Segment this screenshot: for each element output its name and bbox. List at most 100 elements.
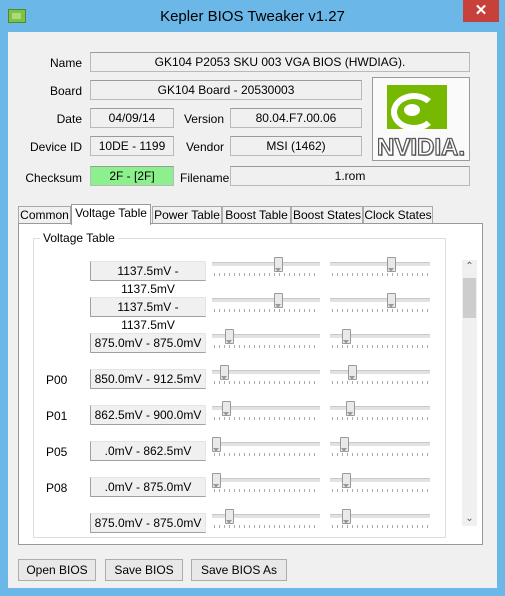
tab-boost-table[interactable]: Boost Table	[222, 206, 291, 224]
slider-ticks	[332, 273, 428, 276]
close-button[interactable]: ✕	[463, 0, 499, 22]
slider-thumb[interactable]	[225, 329, 234, 344]
group-title: Voltage Table	[40, 231, 118, 245]
slider-track	[330, 370, 430, 374]
voltage-range-field[interactable]: .0mV - 862.5mV	[90, 441, 206, 461]
slider-thumb[interactable]	[274, 257, 283, 272]
scroll-thumb[interactable]	[463, 278, 476, 318]
slider-thumb[interactable]	[212, 437, 221, 452]
voltage-range-field[interactable]: 1137.5mV - 1137.5mV	[90, 261, 206, 296]
max-voltage-slider[interactable]	[330, 437, 430, 459]
tab-voltage-table[interactable]: Voltage Table	[71, 204, 151, 225]
slider-track	[212, 442, 320, 446]
slider-ticks	[214, 309, 318, 312]
board-field[interactable]: GK104 Board - 20530003	[90, 80, 362, 100]
max-voltage-slider[interactable]	[330, 509, 430, 531]
slider-thumb[interactable]	[274, 293, 283, 308]
slider-track	[212, 298, 320, 302]
voltage-range-field[interactable]: 850.0mV - 912.5mV	[90, 369, 206, 389]
voltage-range-field[interactable]: .0mV - 875.0mV	[90, 477, 206, 497]
tab-common[interactable]: Common	[18, 206, 71, 224]
nvidia-eye-icon	[387, 85, 447, 131]
slider-ticks	[214, 345, 318, 348]
vendor-field[interactable]: MSI (1462)	[230, 136, 362, 156]
max-voltage-slider[interactable]	[330, 257, 430, 279]
slider-ticks	[214, 525, 318, 528]
vendor-label: Vendor	[185, 140, 224, 154]
voltage-table-group: Voltage Table 1137.5mV - 1137.5mV 1137.5m…	[33, 231, 446, 538]
slider-thumb[interactable]	[222, 401, 231, 416]
slider-thumb[interactable]	[342, 329, 351, 344]
slider-thumb[interactable]	[348, 365, 357, 380]
min-voltage-slider[interactable]	[212, 437, 320, 459]
slider-thumb[interactable]	[220, 365, 229, 380]
slider-thumb[interactable]	[225, 509, 234, 524]
max-voltage-slider[interactable]	[330, 401, 430, 423]
scroll-up-arrow-icon[interactable]: ⌃	[462, 260, 477, 274]
min-voltage-slider[interactable]	[212, 509, 320, 531]
slider-ticks	[214, 489, 318, 492]
slider-track	[330, 406, 430, 410]
min-voltage-slider[interactable]	[212, 365, 320, 387]
min-voltage-slider[interactable]	[212, 329, 320, 351]
slider-thumb[interactable]	[387, 293, 396, 308]
max-voltage-slider[interactable]	[330, 329, 430, 351]
voltage-range-field[interactable]: 1137.5mV - 1137.5mV	[90, 297, 206, 332]
filename-label: Filename	[180, 171, 230, 185]
version-label: Version	[183, 112, 224, 126]
slider-thumb[interactable]	[342, 509, 351, 524]
date-label: Date	[56, 112, 82, 126]
nvidia-logo: NVIDIA.	[372, 77, 470, 162]
slider-ticks	[332, 489, 428, 492]
max-voltage-slider[interactable]	[330, 365, 430, 387]
app-window: Kepler BIOS Tweaker v1.27 ✕ Name GK104 P…	[0, 0, 505, 596]
min-voltage-slider[interactable]	[212, 473, 320, 495]
slider-track	[330, 262, 430, 266]
slider-thumb[interactable]	[342, 473, 351, 488]
scroll-down-arrow-icon[interactable]: ⌄	[462, 512, 477, 526]
slider-thumb[interactable]	[340, 437, 349, 452]
tab-boost-states[interactable]: Boost States	[291, 206, 363, 224]
slider-ticks	[332, 525, 428, 528]
window-title: Kepler BIOS Tweaker v1.27	[160, 8, 345, 25]
board-label: Board	[49, 84, 82, 98]
max-voltage-slider[interactable]	[330, 293, 430, 315]
slider-ticks	[332, 453, 428, 456]
open-bios-button[interactable]: Open BIOS	[18, 559, 96, 581]
voltage-range-field[interactable]: 862.5mV - 900.0mV	[90, 405, 206, 425]
filename-field[interactable]: 1.rom	[230, 166, 470, 186]
device-id-field[interactable]: 10DE - 1199	[90, 136, 174, 156]
checksum-label: Checksum	[25, 171, 82, 185]
max-voltage-slider[interactable]	[330, 473, 430, 495]
slider-ticks	[332, 417, 428, 420]
row-label: P05	[46, 445, 68, 459]
slider-ticks	[332, 381, 428, 384]
min-voltage-slider[interactable]	[212, 401, 320, 423]
checksum-field[interactable]: 2F - [2F]	[90, 166, 174, 186]
min-voltage-slider[interactable]	[212, 257, 320, 279]
date-field[interactable]: 04/09/14	[90, 108, 174, 128]
row-label: P08	[46, 481, 68, 495]
slider-ticks	[214, 417, 318, 420]
voltage-range-field[interactable]: 875.0mV - 875.0mV	[90, 513, 206, 533]
device-id-label: Device ID	[29, 140, 82, 154]
save-bios-button[interactable]: Save BIOS	[105, 559, 183, 581]
client-area: Name GK104 P2053 SKU 003 VGA BIOS (HWDIA…	[8, 32, 497, 588]
slider-ticks	[332, 309, 428, 312]
voltage-range-field[interactable]: 875.0mV - 875.0mV	[90, 333, 206, 353]
slider-thumb[interactable]	[212, 473, 221, 488]
vertical-scrollbar[interactable]: ⌃ ⌄	[462, 260, 477, 526]
tab-power-table[interactable]: Power Table	[152, 206, 222, 224]
slider-track	[212, 262, 320, 266]
version-field[interactable]: 80.04.F7.00.06	[230, 108, 362, 128]
slider-ticks	[214, 453, 318, 456]
title-bar[interactable]: Kepler BIOS Tweaker v1.27 ✕	[0, 0, 505, 32]
save-bios-as-button[interactable]: Save BIOS As	[191, 559, 287, 581]
slider-ticks	[214, 273, 318, 276]
min-voltage-slider[interactable]	[212, 293, 320, 315]
tab-clock-states[interactable]: Clock States	[363, 206, 433, 224]
name-field[interactable]: GK104 P2053 SKU 003 VGA BIOS (HWDIAG).	[90, 52, 470, 72]
slider-thumb[interactable]	[346, 401, 355, 416]
slider-thumb[interactable]	[387, 257, 396, 272]
row-label: P01	[46, 409, 68, 423]
